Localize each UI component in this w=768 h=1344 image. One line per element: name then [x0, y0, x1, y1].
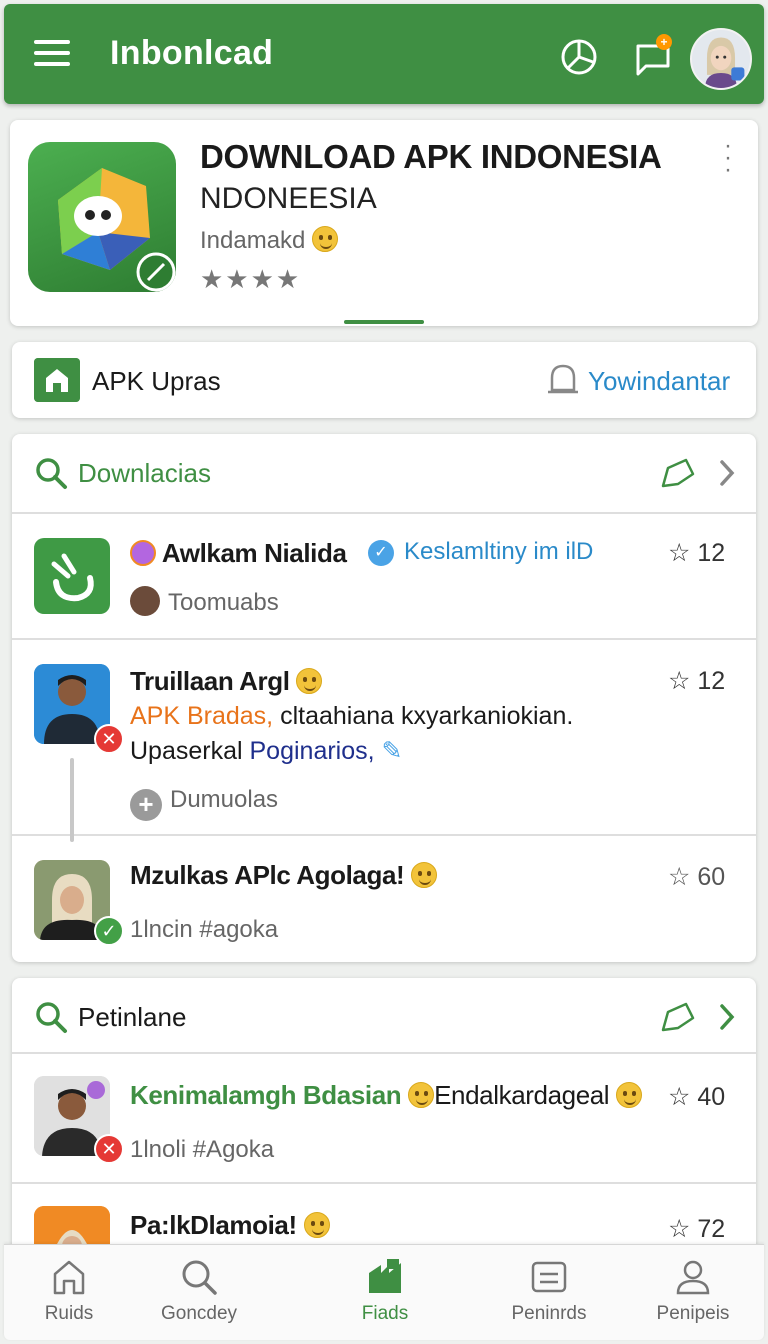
smile-emoji-icon [616, 1082, 643, 1108]
bottom-navigation: Ruids Goncdey Fiads Peninrds Penipeis [4, 1244, 764, 1340]
check-status-icon: ✓ [94, 916, 124, 946]
nav-item-home[interactable]: Ruids [4, 1257, 134, 1325]
star-count[interactable]: ☆ 72 [668, 1214, 725, 1244]
star-count[interactable]: ☆ 40 [668, 1082, 725, 1112]
yowindantar-link[interactable]: Yowindantar [588, 366, 730, 397]
home-icon [53, 1260, 85, 1295]
section-heading: Petinlane [78, 1002, 187, 1032]
list-item[interactable]: ✕ Truillaan Argl ☆ 12 APK Bradas, cltaah… [12, 640, 756, 842]
chevron-right-icon[interactable] [714, 1000, 740, 1034]
app-card-title: DOWNLOAD APK INDONESIA [200, 138, 662, 175]
thread-line [70, 758, 74, 842]
chevron-right-icon[interactable] [714, 456, 740, 490]
star-count[interactable]: ☆ 60 [668, 862, 725, 892]
apk-upras-label: APK Upras [92, 366, 221, 396]
search-icon [182, 1260, 217, 1295]
nav-item-feeds[interactable]: Fiads [320, 1257, 450, 1325]
app-title: Inbonlcad [110, 34, 274, 72]
nav-label: Penipeis [656, 1303, 730, 1324]
star-count[interactable]: ☆ 12 [668, 538, 725, 568]
smile-emoji-icon [408, 1082, 435, 1108]
nav-label: Goncdey [160, 1303, 238, 1324]
row-description-2: Upaserkal Poginarios, ✎ [130, 737, 403, 765]
section-downloads: Downlacias Awlkam Nialida ✓ Keslamltiny … [12, 434, 756, 962]
app-bar: Inbonlcad + [4, 4, 764, 104]
page-indicator [344, 320, 424, 324]
smile-emoji-icon [296, 668, 323, 694]
row-title: Awlkam Nialida [130, 538, 347, 569]
profile-avatar[interactable] [690, 28, 752, 90]
smile-emoji-icon [411, 862, 438, 888]
row-subtitle: 1lncin #agoka [130, 916, 279, 943]
row-title: Mzulkas APlc Agolaga! [130, 860, 438, 891]
list-item[interactable]: ✓ Mzulkas APlc Agolaga! ☆ 60 1lncin #ago… [12, 836, 756, 962]
user-avatar [130, 586, 160, 616]
search-icon [36, 1002, 67, 1033]
row-title: Kenimalamgh Bdasian Endalkardageal [130, 1080, 643, 1111]
home-tile-icon [34, 358, 80, 402]
close-status-icon: ✕ [94, 724, 124, 754]
section-header[interactable]: Petinlane [12, 978, 756, 1054]
section-header[interactable]: Downlacias [12, 434, 756, 514]
row-description: APK Bradas, cltaahiana kxyarkaniokian. [130, 702, 574, 730]
app-logo-icon [28, 142, 176, 292]
row-subtitle: 1lnoli #Agoka [130, 1136, 275, 1163]
smile-emoji-icon [303, 1212, 330, 1238]
section-petinlane: Petinlane ✕ Kenimalamgh Bdasian Endalkar… [12, 978, 756, 1268]
list-item[interactable]: Awlkam Nialida ✓ Keslamltiny im ilD ☆ 12… [12, 514, 756, 640]
nav-item-search[interactable]: Goncdey [134, 1257, 264, 1325]
list-icon [531, 1261, 567, 1293]
bell-icon[interactable] [546, 362, 580, 398]
profile-icon [676, 1260, 710, 1295]
more-vert-icon[interactable]: · · · [724, 134, 734, 182]
apk-upras-bar[interactable]: APK Upras Yowindantar [12, 342, 756, 418]
smile-emoji-icon [312, 226, 339, 252]
verified-icon: ✓ [368, 540, 394, 566]
pencil-icon: ✎ [381, 737, 403, 765]
nav-item-list[interactable]: Peninrds [484, 1257, 614, 1325]
close-status-icon: ✕ [94, 1134, 124, 1164]
nav-label: Fiads [361, 1303, 409, 1324]
nav-item-profile[interactable]: Penipeis [628, 1257, 758, 1325]
star-count[interactable]: ☆ 12 [668, 666, 725, 696]
badge-icon [130, 540, 156, 566]
search-icon [36, 458, 67, 489]
section-heading: Downlacias [78, 458, 211, 488]
app-card-subtitle: NDONEESIA [200, 182, 377, 215]
app-card-meta: Indamakd [200, 226, 339, 255]
row-title: Truillaan Argl [130, 666, 323, 697]
row-title: Pa:lkDlamoia! [130, 1210, 330, 1241]
share-icon[interactable] [660, 456, 696, 490]
menu-icon[interactable] [34, 40, 70, 70]
app-card[interactable]: DOWNLOAD APK INDONESIA NDONEESIA Indamak… [10, 120, 758, 326]
app-thumbnail-icon [34, 538, 110, 614]
nav-label: Peninrds [511, 1303, 587, 1324]
row-link[interactable]: Keslamltiny im ilD [404, 538, 593, 566]
nav-label: Ruids [44, 1303, 94, 1324]
list-item[interactable]: ✕ Kenimalamgh Bdasian Endalkardageal ☆ 4… [12, 1054, 756, 1184]
rating-stars: ★★★★ [200, 264, 302, 294]
share-icon[interactable] [660, 1000, 696, 1034]
add-icon: + [130, 789, 162, 821]
chart-icon[interactable] [560, 38, 598, 76]
row-subtitle: Toomuabs [130, 586, 279, 617]
notification-badge: + [656, 34, 672, 50]
feeds-icon [369, 1259, 401, 1293]
add-action[interactable]: + Dumuolas [130, 786, 278, 821]
